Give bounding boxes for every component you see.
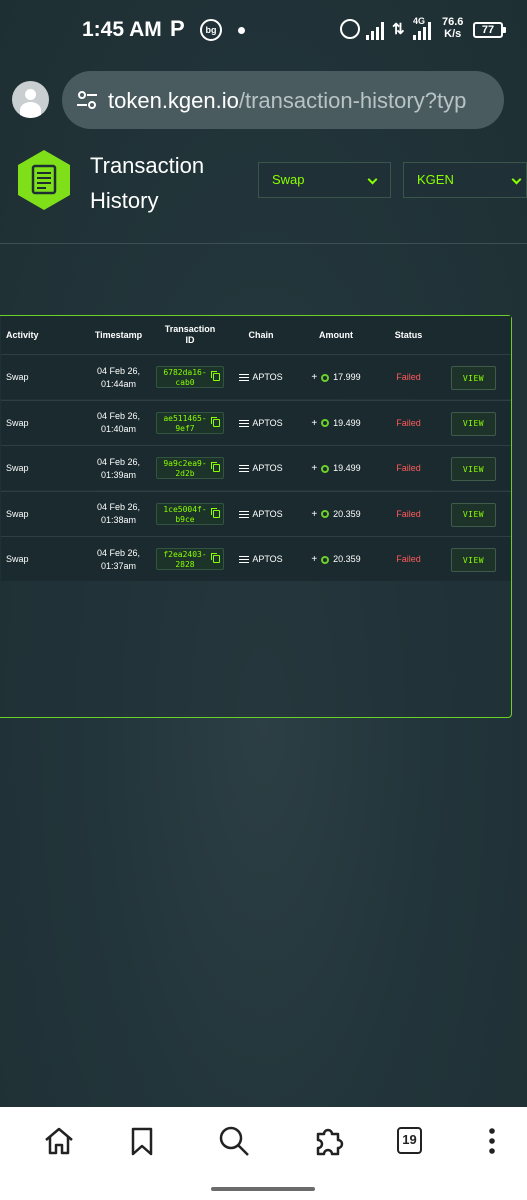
bookmark-icon[interactable]: [126, 1125, 158, 1157]
amount-cell: +19.499: [311, 463, 361, 474]
column-amount: Amount: [319, 329, 353, 340]
timestamp-cell: 04 Feb 26, 01:37am: [96, 547, 141, 571]
search-icon[interactable]: [218, 1125, 250, 1157]
status-badge: Failed: [396, 508, 421, 519]
column-transaction-id: Transaction ID: [164, 324, 216, 345]
kgen-coin-icon: [321, 510, 330, 518]
app-notification-icon: P: [170, 16, 185, 41]
column-chain: Chain: [248, 329, 274, 340]
kgen-coin-icon: [321, 419, 330, 427]
table-row: Swap 04 Feb 26, 01:44am 6782da16- cab0 APT…: [1, 354, 511, 399]
extensions-icon[interactable]: [313, 1125, 345, 1157]
activity-cell: Swap: [6, 417, 29, 428]
activity-filter-select[interactable]: Swap: [258, 162, 391, 198]
aptos-chain-icon: [239, 510, 250, 518]
copy-icon[interactable]: [211, 462, 220, 472]
site-settings-icon[interactable]: [76, 89, 98, 111]
amount-cell: +17.999: [311, 372, 361, 383]
activity-cell: Swap: [6, 463, 29, 473]
aptos-chain-icon: [239, 465, 250, 472]
column-status: Status: [394, 329, 423, 340]
view-button[interactable]: VIEW: [451, 502, 496, 527]
transaction-history-logo-icon: [18, 150, 70, 210]
kgen-coin-icon: [321, 373, 330, 382]
app-badge-icon: bg: [200, 19, 222, 41]
transaction-id-chip[interactable]: 6782da16- cab0: [156, 366, 224, 388]
activity-cell: Swap: [6, 554, 29, 564]
view-button[interactable]: VIEW: [451, 366, 496, 390]
chain-cell: APTOS: [231, 401, 291, 446]
transaction-id-chip[interactable]: 1ce5004f-b9ce: [156, 502, 224, 525]
table-row: Swap 04 Feb 26, 01:38am 1ce5004f-b9ce APT…: [1, 490, 511, 537]
amount-cell: +20.359: [311, 508, 361, 520]
copy-icon[interactable]: [211, 507, 220, 518]
chevron-down-icon: [511, 174, 522, 185]
amount-cell: +20.359: [311, 554, 361, 565]
copy-icon[interactable]: [211, 371, 220, 381]
copy-icon[interactable]: [211, 553, 220, 563]
status-time: 1:45 AM: [82, 18, 162, 41]
view-button[interactable]: VIEW: [451, 548, 496, 572]
battery-icon: 77: [473, 22, 506, 38]
timestamp-cell: 04 Feb 26, 01:39am: [96, 456, 141, 480]
alarm-icon: [340, 19, 360, 39]
status-bar: 1:45 AM P bg ⇅ 4G 76.6 K/s 77: [0, 0, 527, 60]
timestamp-cell: 04 Feb 26, 01:44am: [96, 365, 141, 389]
profile-avatar[interactable]: [12, 81, 49, 118]
notification-dot-icon: [238, 27, 245, 34]
activity-cell: Swap: [6, 372, 29, 382]
page-title: Transaction History: [90, 153, 205, 213]
transaction-id-chip[interactable]: ae511465- 9ef7: [156, 411, 224, 434]
chain-cell: APTOS: [231, 537, 291, 582]
token-filter-select[interactable]: KGEN: [403, 162, 527, 198]
kgen-coin-icon: [321, 555, 330, 564]
transaction-id-chip[interactable]: 9a9c2ea9- 2d2b: [156, 457, 224, 479]
url-bar[interactable]: token.kgen.io/transaction-history?typ: [62, 71, 504, 129]
status-badge: Failed: [396, 463, 421, 473]
status-badge: Failed: [396, 554, 421, 564]
url-text[interactable]: token.kgen.io/transaction-history?typ: [108, 88, 496, 114]
timestamp-cell: 04 Feb 26, 01:40am: [96, 411, 141, 434]
table-header: Activity Timestamp Transaction ID Chain …: [1, 316, 511, 354]
more-menu-icon[interactable]: [476, 1125, 508, 1157]
data-transfer-icon: ⇅: [392, 21, 405, 38]
aptos-chain-icon: [239, 419, 250, 427]
aptos-chain-icon: [239, 374, 250, 381]
home-indicator[interactable]: [211, 1187, 315, 1191]
timestamp-cell: 04 Feb 26, 01:38am: [96, 502, 141, 525]
tabs-count-button[interactable]: 19: [397, 1127, 422, 1154]
status-badge: Failed: [396, 372, 421, 382]
transaction-id-chip[interactable]: f2ea2403- 2828: [156, 548, 224, 570]
view-button[interactable]: VIEW: [451, 411, 496, 436]
signal-icon: [366, 20, 386, 40]
chain-cell: APTOS: [231, 355, 291, 400]
table-row: Swap 04 Feb 26, 01:40am ae511465- 9ef7 APT…: [1, 399, 511, 446]
home-icon[interactable]: [43, 1125, 75, 1157]
signal-4g-icon: [413, 20, 433, 40]
chevron-down-icon: [367, 174, 378, 185]
net-speed: 76.6 K/s: [442, 16, 464, 40]
chain-cell: APTOS: [231, 446, 291, 491]
chain-cell: APTOS: [231, 492, 291, 537]
column-timestamp: Timestamp: [94, 329, 143, 340]
view-button[interactable]: VIEW: [451, 457, 496, 481]
amount-cell: +19.499: [311, 417, 361, 429]
copy-icon[interactable]: [211, 416, 220, 427]
activity-cell: Swap: [6, 508, 29, 519]
browser-bottom-nav: 19: [0, 1107, 527, 1200]
column-activity: Activity: [6, 329, 39, 340]
table-row: Swap 04 Feb 26, 01:39am 9a9c2ea9- 2d2b APT…: [1, 445, 511, 490]
status-indicators: ⇅ 4G 76.6 K/s 77: [340, 16, 510, 46]
kgen-coin-icon: [321, 464, 330, 473]
table-row: Swap 04 Feb 26, 01:37am f2ea2403- 2828 APT…: [1, 536, 511, 581]
aptos-chain-icon: [239, 556, 250, 563]
transactions-table: Activity Timestamp Transaction ID Chain …: [0, 315, 512, 718]
status-badge: Failed: [396, 417, 421, 428]
header-divider: [0, 243, 527, 244]
